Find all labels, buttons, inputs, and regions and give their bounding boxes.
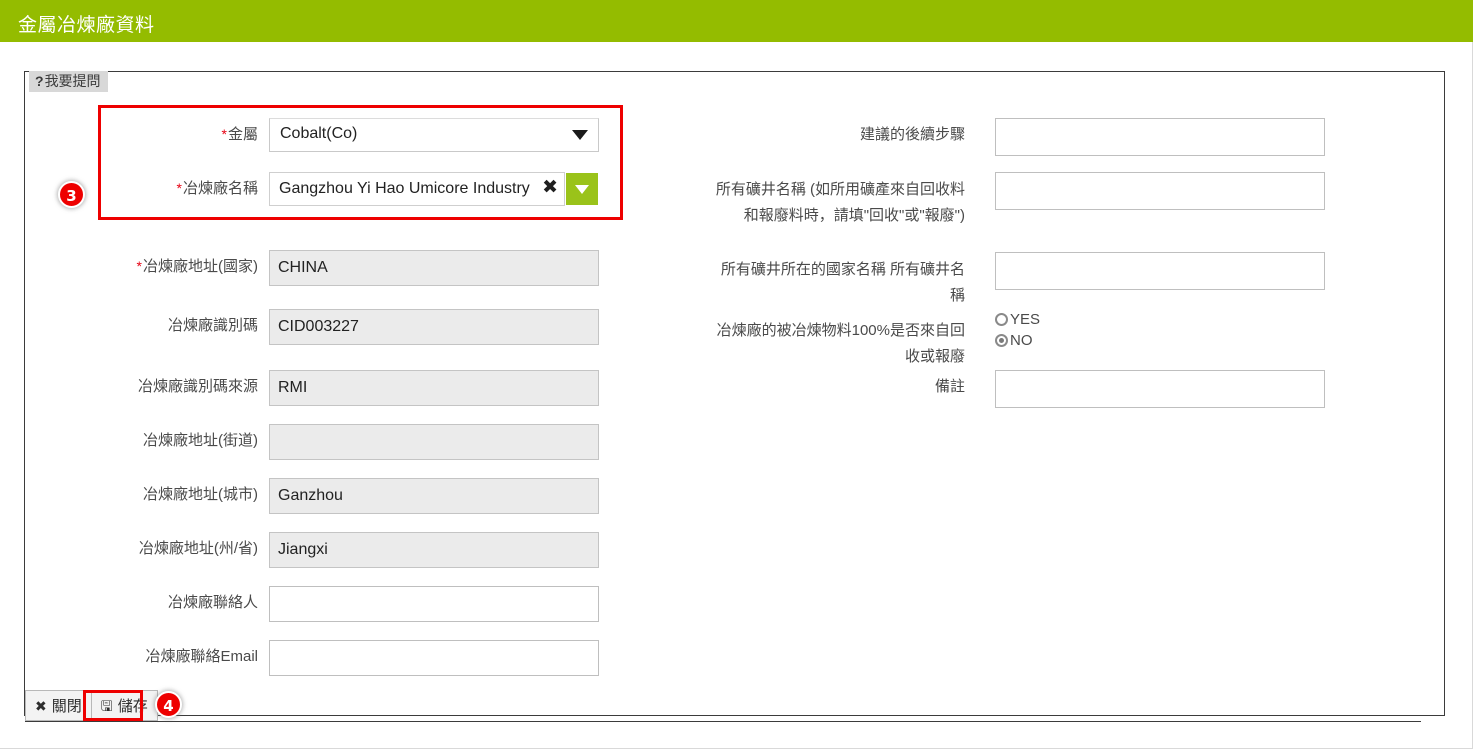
label-metal: *金屬 (118, 118, 258, 144)
radio-option-no[interactable]: NO (995, 330, 1040, 351)
chevron-down-icon (575, 185, 589, 194)
field-row-smelter-email: 冶煉廠聯絡Email (108, 640, 603, 676)
close-button-label: 關閉 (51, 698, 82, 715)
smelter-name-lookup-button[interactable] (565, 172, 599, 206)
metal-select[interactable]: Cobalt(Co) (269, 118, 599, 152)
label-smelter-contact-text: 冶煉廠聯絡人 (167, 594, 258, 611)
label-smelter-id-source: 冶煉廠識別碼來源 (108, 370, 258, 396)
label-smelter-state-text: 冶煉廠地址(州/省) (138, 540, 258, 557)
label-smelter-id-text: 冶煉廠識別碼 (167, 317, 258, 334)
field-row-smelter-name: *冶煉廠名稱 ✖ (118, 172, 603, 206)
field-row-all-mine-names: 所有礦井名稱 (如所用礦產來自回收料和報廢料時，請填"回收"或"報廢") (710, 172, 1330, 229)
label-mine-countries: 所有礦井所在的國家名稱 所有礦井名稱 (710, 252, 965, 309)
label-next-steps-text: 建議的後續步驟 (859, 126, 965, 143)
smelter-street-input[interactable] (269, 424, 599, 460)
step-badge-3: 3 (58, 181, 85, 208)
smelter-country-input[interactable] (269, 250, 599, 286)
page-title: 金屬冶煉廠資料 (18, 15, 155, 36)
save-button-label: 儲存 (117, 698, 148, 715)
required-marker: * (136, 258, 142, 274)
field-row-recycled-question: 冶煉廠的被冶煉物料100%是否來自回收或報廢 YES NO (710, 311, 1330, 370)
smelter-contact-input[interactable] (269, 586, 599, 622)
smelter-state-input[interactable] (269, 532, 599, 568)
field-row-metal: *金屬 Cobalt(Co) (118, 118, 603, 152)
label-smelter-street-text: 冶煉廠地址(街道) (143, 432, 258, 449)
chevron-down-icon (572, 130, 588, 140)
ask-question-tab[interactable]: ?我要提問 (29, 71, 108, 92)
label-all-mine-names: 所有礦井名稱 (如所用礦產來自回收料和報廢料時，請填"回收"或"報廢") (710, 172, 965, 229)
close-button[interactable]: ✖ 關閉 (25, 690, 92, 721)
field-row-smelter-country: *冶煉廠地址(國家) (108, 250, 603, 286)
label-smelter-country-text: 冶煉廠地址(國家) (143, 258, 258, 275)
field-row-smelter-id-source: 冶煉廠識別碼來源 (108, 370, 603, 406)
remarks-textarea[interactable] (995, 370, 1325, 408)
step-badge-4: 4 (155, 691, 182, 718)
smelter-email-input[interactable] (269, 640, 599, 676)
required-marker: * (176, 180, 182, 196)
next-steps-textarea[interactable] (995, 118, 1325, 156)
label-mine-countries-text: 所有礦井所在的國家名稱 所有礦井名稱 (720, 261, 965, 304)
field-row-mine-countries: 所有礦井所在的國家名稱 所有礦井名稱 (710, 252, 1330, 309)
label-smelter-street: 冶煉廠地址(街道) (108, 424, 258, 450)
radio-yes-label: YES (1010, 310, 1041, 328)
label-smelter-email-text: 冶煉廠聯絡Email (145, 648, 258, 665)
label-smelter-contact: 冶煉廠聯絡人 (108, 586, 258, 612)
field-row-smelter-city: 冶煉廠地址(城市) (108, 478, 603, 514)
label-smelter-city: 冶煉廠地址(城市) (108, 478, 258, 504)
smelter-id-source-input[interactable] (269, 370, 599, 406)
radio-option-yes[interactable]: YES (995, 309, 1040, 330)
form-toolbar: ✖ 關閉 🖫 儲存 (25, 690, 158, 721)
label-smelter-email: 冶煉廠聯絡Email (108, 640, 258, 666)
label-remarks: 備註 (710, 370, 965, 396)
smelter-city-input[interactable] (269, 478, 599, 514)
close-x-icon: ✖ (35, 697, 47, 714)
radio-no-icon[interactable] (995, 334, 1008, 347)
radio-yes-icon[interactable] (995, 313, 1008, 326)
close-x-icon[interactable]: ✖ (542, 178, 558, 198)
label-recycled-question-text: 冶煉廠的被冶煉物料100%是否來自回收或報廢 (716, 322, 965, 365)
smelter-id-input[interactable] (269, 309, 599, 345)
label-remarks-text: 備註 (934, 378, 965, 395)
page-frame: 金屬冶煉廠資料 ?我要提問 *金屬 Cobalt(Co) *冶煉廠名稱 ✖ *冶… (0, 0, 1473, 749)
label-smelter-state: 冶煉廠地址(州/省) (108, 532, 258, 558)
all-mine-names-textarea[interactable] (995, 172, 1325, 210)
field-row-smelter-state: 冶煉廠地址(州/省) (108, 532, 603, 568)
label-metal-text: 金屬 (227, 126, 258, 143)
field-row-smelter-id: 冶煉廠識別碼 (108, 309, 603, 345)
field-row-smelter-street: 冶煉廠地址(街道) (108, 424, 603, 460)
label-smelter-country: *冶煉廠地址(國家) (108, 250, 258, 276)
toolbar-divider (25, 721, 1421, 722)
label-smelter-id: 冶煉廠識別碼 (108, 309, 258, 335)
label-all-mine-names-text: 所有礦井名稱 (如所用礦產來自回收料和報廢料時，請填"回收"或"報廢") (715, 181, 965, 224)
smelter-name-input[interactable] (269, 172, 565, 206)
recycled-radio-group: YES NO (995, 309, 1040, 351)
field-row-next-steps: 建議的後續步驟 (710, 118, 1330, 156)
label-smelter-id-source-text: 冶煉廠識別碼來源 (137, 378, 258, 395)
metal-select-value: Cobalt(Co) (280, 125, 358, 142)
mine-countries-textarea[interactable] (995, 252, 1325, 290)
save-button[interactable]: 🖫 儲存 (90, 690, 158, 721)
label-recycled-question: 冶煉廠的被冶煉物料100%是否來自回收或報廢 (710, 318, 965, 370)
floppy-disk-icon: 🖫 (100, 697, 113, 714)
smelter-name-lookup: ✖ (269, 172, 599, 206)
ask-question-label: 我要提問 (44, 73, 101, 89)
field-row-smelter-contact: 冶煉廠聯絡人 (108, 586, 603, 622)
field-row-remarks: 備註 (710, 370, 1330, 408)
radio-no-label: NO (1010, 331, 1033, 349)
label-smelter-city-text: 冶煉廠地址(城市) (143, 486, 258, 503)
required-marker: * (221, 126, 227, 142)
app-title-bar: 金屬冶煉廠資料 (0, 0, 1473, 42)
label-smelter-name-text: 冶煉廠名稱 (182, 180, 258, 197)
label-smelter-name: *冶煉廠名稱 (118, 172, 258, 198)
question-mark-icon: ? (35, 73, 44, 89)
label-next-steps: 建議的後續步驟 (710, 118, 965, 144)
